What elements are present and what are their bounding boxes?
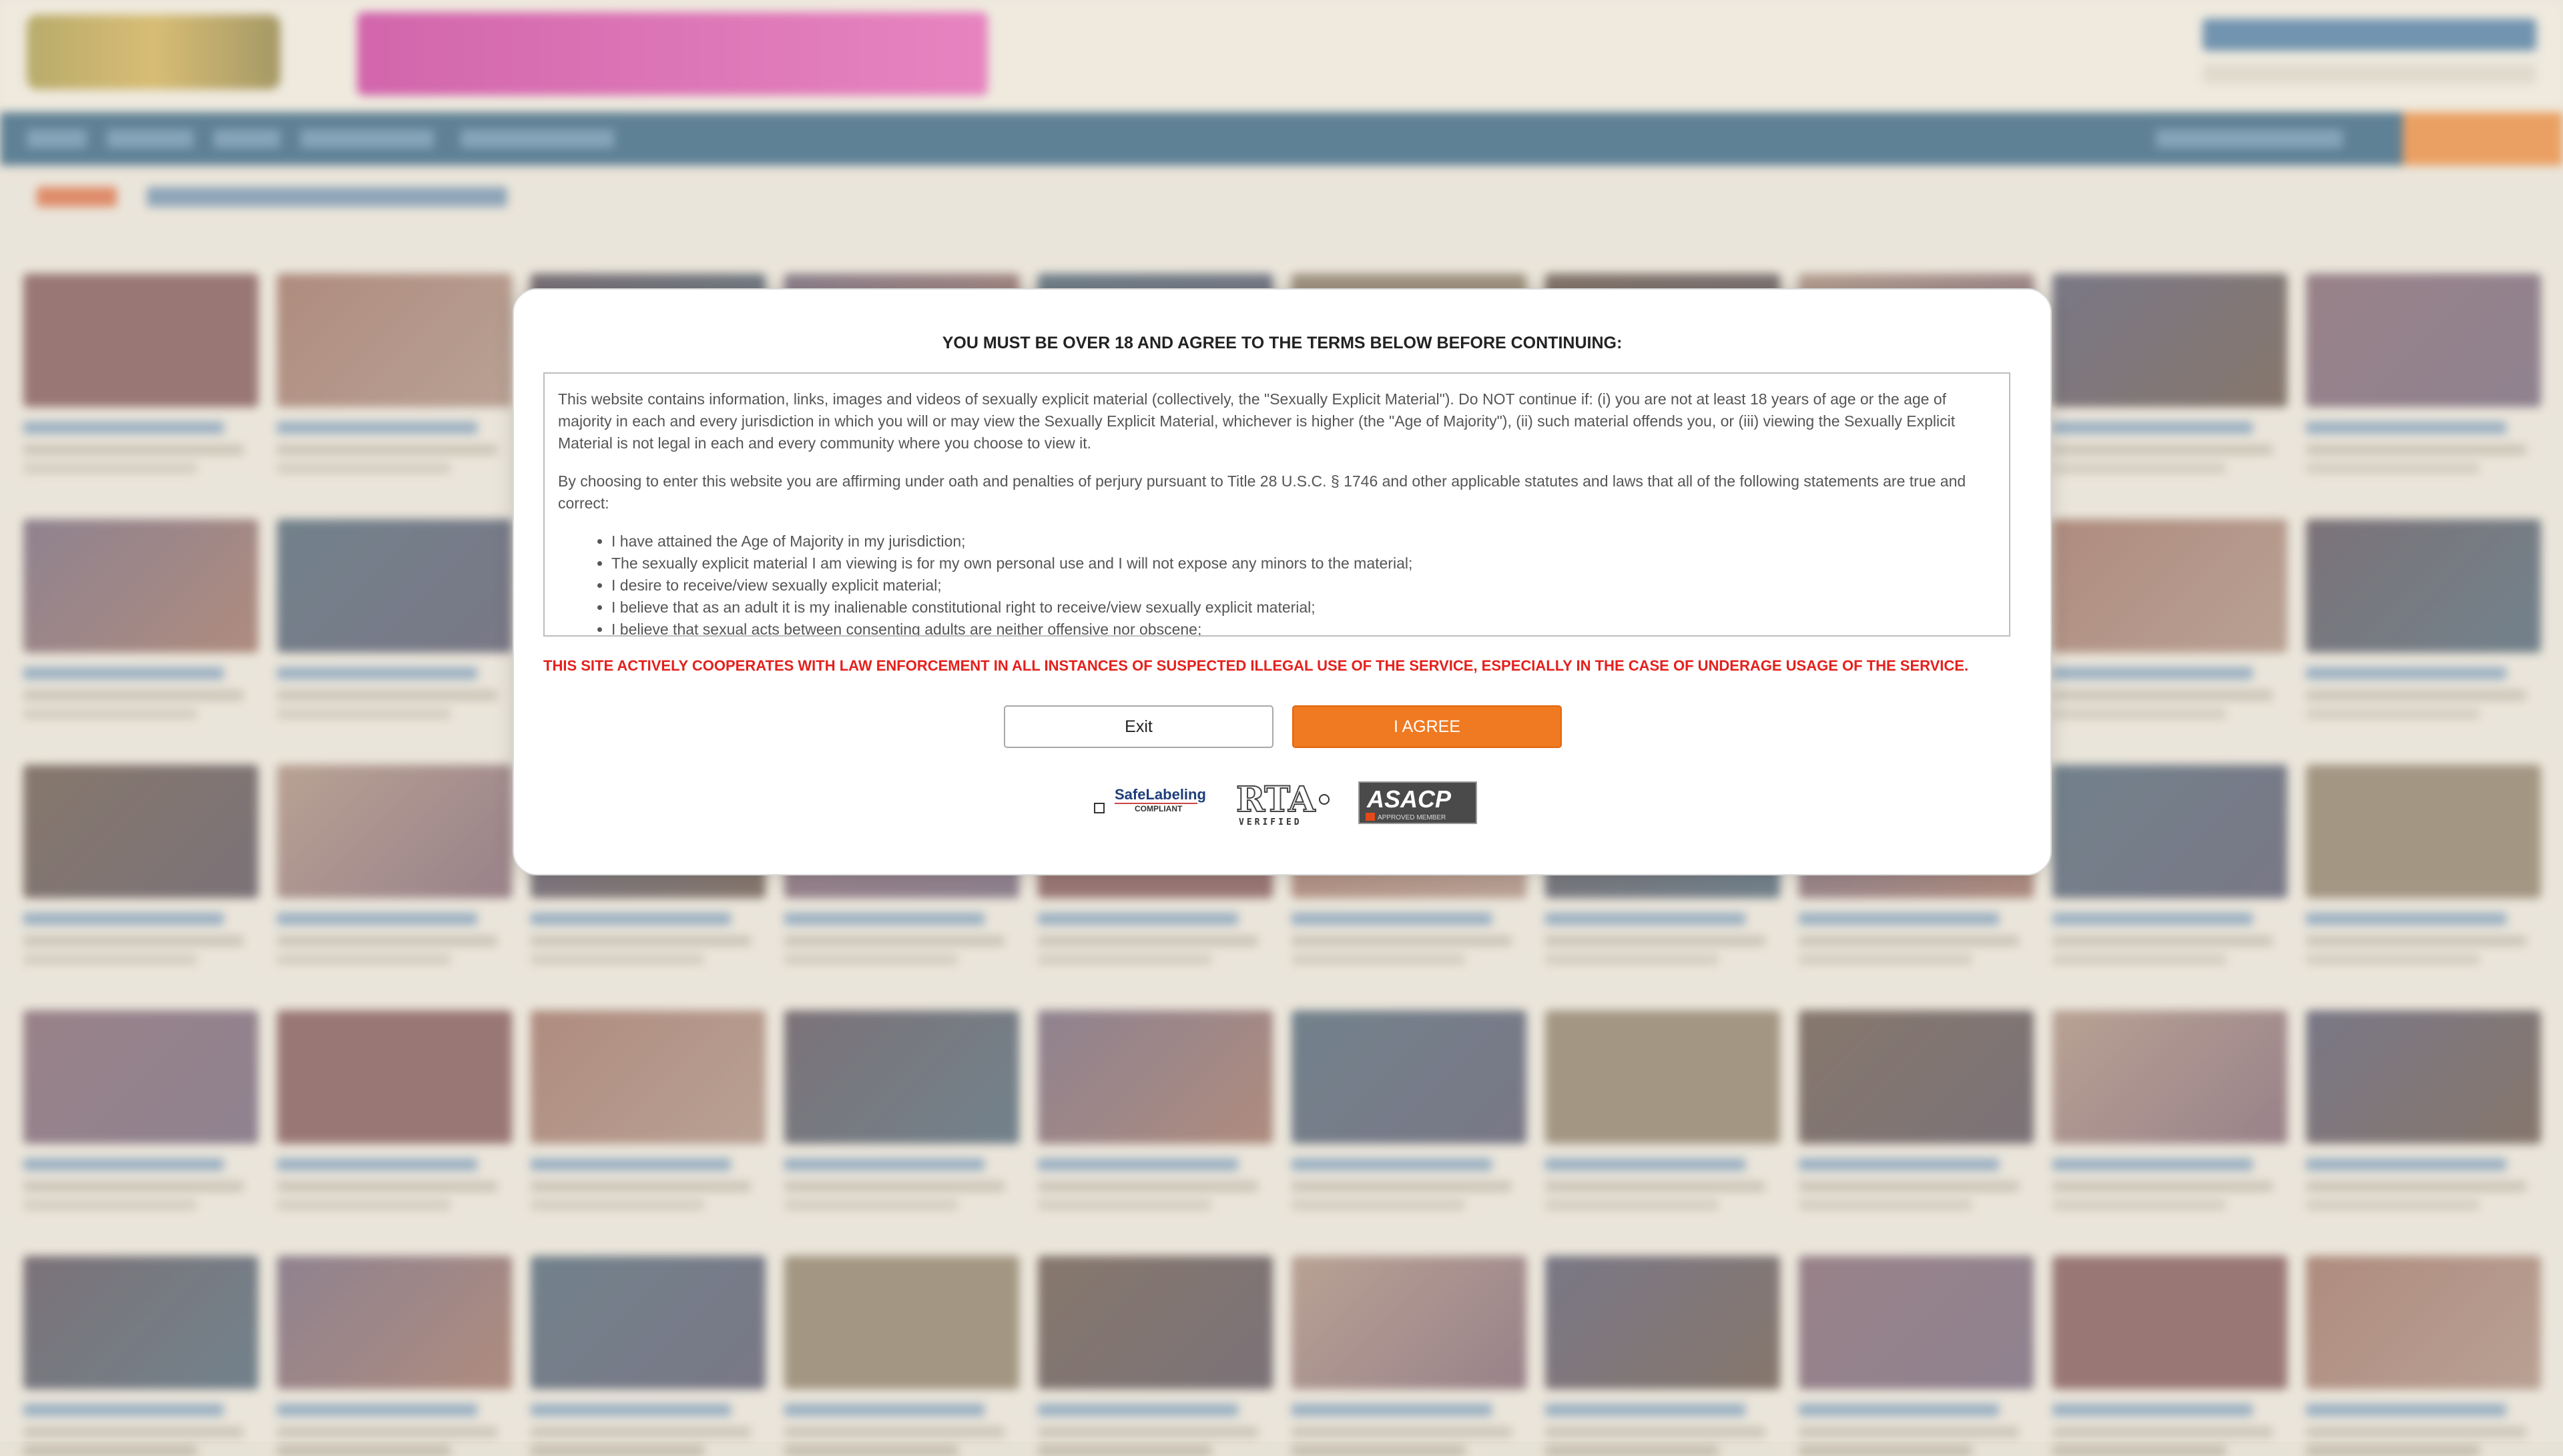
statement-item: I believe that sexual acts between conse… xyxy=(611,619,1996,635)
statements-list: I have attained the Age of Majority in m… xyxy=(558,530,1996,635)
agree-button[interactable]: I AGREE xyxy=(1292,705,1562,748)
video-card-text xyxy=(784,1445,958,1456)
safelabeling-logo-text: SafeLabeling xyxy=(1115,786,1206,803)
terms-paragraph: By choosing to enter this website you ar… xyxy=(558,472,1966,512)
video-card-text xyxy=(23,1445,197,1456)
statement-item: The sexually explicit material I am view… xyxy=(611,553,1996,575)
video-card-text xyxy=(2052,1445,2226,1456)
video-card-text xyxy=(1292,1445,1465,1456)
video-card-text xyxy=(1799,1445,1972,1456)
video-card-text xyxy=(277,1445,451,1456)
age-verification-modal: YOU MUST BE OVER 18 AND AGREE TO THE TER… xyxy=(513,288,2052,875)
safelabeling-logo[interactable]: SafeLabeling COMPLIANT xyxy=(1093,779,1207,827)
video-card-text xyxy=(2306,1445,2480,1456)
rta-logo-text: RTA xyxy=(1236,779,1316,820)
law-enforcement-warning: THIS SITE ACTIVELY COOPERATES WITH LAW E… xyxy=(543,657,1969,674)
video-card-text xyxy=(1038,1445,1211,1456)
statement-item: I have attained the Age of Majority in m… xyxy=(611,530,1996,553)
modal-title: YOU MUST BE OVER 18 AND AGREE TO THE TER… xyxy=(942,334,1623,352)
asacp-logo-text: ASACP xyxy=(1366,785,1452,813)
exit-button[interactable]: Exit xyxy=(1004,705,1273,748)
statement-item: I desire to receive/view sexually explic… xyxy=(611,575,1996,597)
statement-item: I believe that as an adult it is my inal… xyxy=(611,597,1996,619)
rta-logo-subtext: VERIFIED xyxy=(1239,817,1302,827)
terms-box[interactable]: This website contains information, links… xyxy=(543,372,2010,637)
asacp-logo-subtext: APPROVED MEMBER xyxy=(1378,814,1446,821)
spacer xyxy=(1093,779,1094,780)
asacp-logo[interactable]: ASACP APPROVED MEMBER xyxy=(1358,779,1478,827)
video-card-text xyxy=(1545,1445,1719,1456)
terms-paragraph: This website contains information, links… xyxy=(558,390,1956,452)
rta-logo[interactable]: RTA VERIFIED xyxy=(1233,779,1334,827)
safelabeling-logo-subtext: COMPLIANT xyxy=(1135,804,1183,813)
video-card-text xyxy=(531,1445,704,1456)
